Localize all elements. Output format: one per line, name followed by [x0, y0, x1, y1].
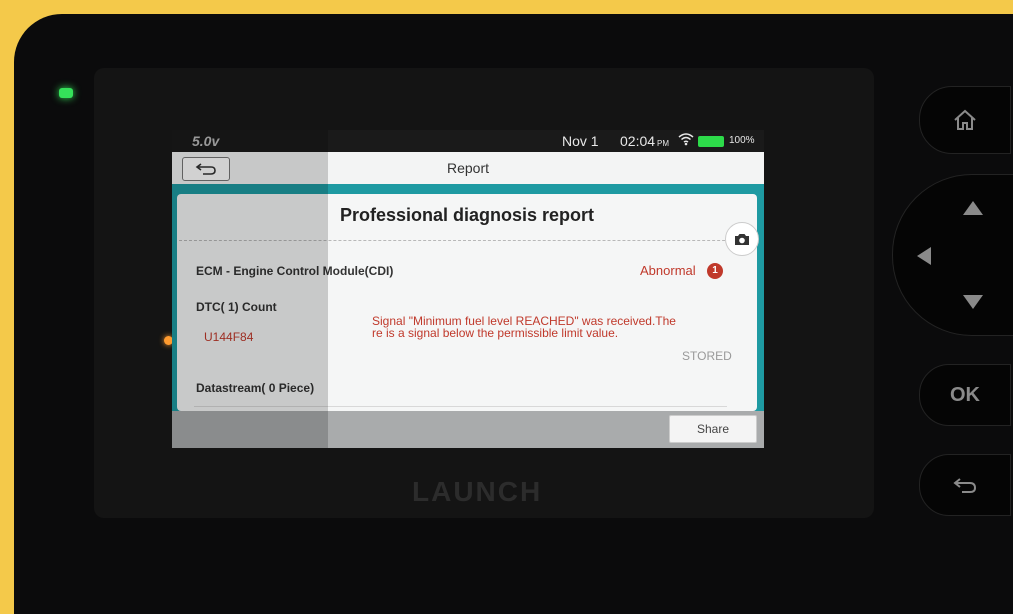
status-ampm: PM — [657, 139, 670, 148]
device-screen: 5.0v Nov 1 02:04 PM 100% Report Professio… — [172, 130, 764, 448]
title-bar: Report — [172, 152, 764, 187]
page-title: Report — [446, 160, 490, 176]
report-card: Professional diagnosis report ECM - Engi… — [177, 194, 757, 411]
dpad-down-icon[interactable] — [963, 295, 983, 309]
dashed-divider — [179, 240, 755, 241]
share-button[interactable]: Share — [669, 415, 757, 443]
section-divider — [194, 406, 727, 407]
battery-percent: 100% — [729, 135, 755, 146]
status-time-value: 02:04 — [620, 133, 656, 149]
report-area: Professional diagnosis report ECM - Engi… — [172, 187, 764, 411]
power-led — [59, 88, 73, 98]
module-name: ECM - Engine Control Module(CDI) — [196, 264, 394, 278]
battery-icon — [698, 136, 724, 147]
ok-button[interactable]: OK — [919, 364, 1011, 426]
home-button[interactable] — [919, 86, 1011, 154]
dtc-count-label: DTC( 1) Count — [196, 300, 277, 314]
status-bar: 5.0v Nov 1 02:04 PM 100% — [172, 130, 764, 152]
status-date: Nov 1 — [562, 133, 599, 149]
dpad-left-icon[interactable] — [917, 247, 931, 265]
home-icon — [954, 109, 976, 130]
dtc-state: STORED — [682, 349, 732, 363]
return-button[interactable] — [919, 454, 1011, 516]
status-label: Abnormal — [640, 263, 696, 278]
dpad[interactable] — [892, 174, 1013, 336]
bottom-toolbar: Share — [172, 411, 764, 448]
status-badge: 1 — [707, 263, 723, 279]
brand-logo: LAUNCH — [412, 476, 543, 507]
dtc-description: Signal "Minimum fuel level REACHED" was … — [372, 315, 732, 339]
dtc-description-line2: re is a signal below the permissible lim… — [372, 326, 619, 340]
screenshot-button[interactable] — [725, 222, 759, 256]
return-icon — [953, 478, 977, 493]
camera-icon — [735, 234, 749, 245]
dtc-code: U144F84 — [204, 330, 254, 344]
dpad-up-icon[interactable] — [963, 201, 983, 215]
status-time: 02:04 PM — [620, 133, 669, 149]
wifi-icon — [678, 132, 694, 149]
voltage-readout: 5.0v — [192, 133, 220, 149]
report-title: Professional diagnosis report — [339, 205, 595, 225]
datastream-label: Datastream( 0 Piece) — [196, 381, 315, 395]
